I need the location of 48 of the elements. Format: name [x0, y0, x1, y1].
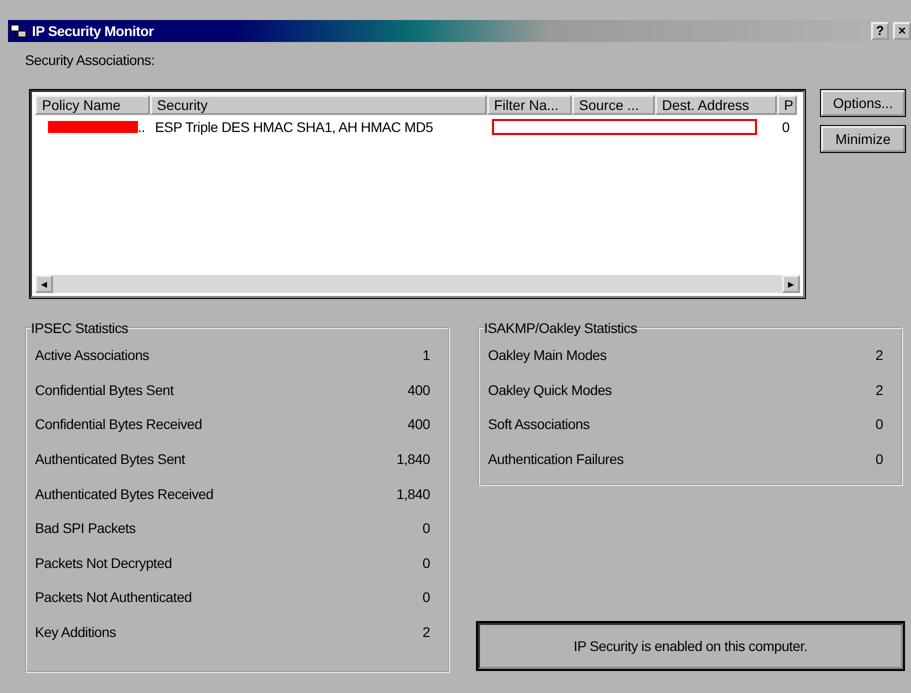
stat-value: 400: [408, 382, 430, 398]
table-cell: ..: [138, 119, 145, 135]
column-header[interactable]: P: [777, 95, 797, 115]
stat-value: 0: [422, 554, 430, 571]
horizontal-scrollbar[interactable]: ◂ ▸: [35, 275, 800, 293]
stat-label: Confidential Bytes Received: [35, 416, 202, 432]
stat-label: Oakley Quick Modes: [488, 382, 612, 398]
section-label: Security Associations:: [25, 52, 156, 68]
stat-value: 400: [408, 416, 430, 432]
close-button[interactable]: ×: [893, 22, 911, 40]
stat-label: Soft Associations: [488, 416, 590, 432]
stat-value: 2: [422, 624, 430, 640]
stat-value: 0: [876, 416, 883, 432]
group-title: IPSEC Statistics: [31, 320, 128, 336]
stat-label: Packets Not Decrypted: [35, 554, 172, 571]
stat-label: Authentication Failures: [488, 450, 624, 467]
column-header[interactable]: Policy Name: [35, 95, 150, 115]
scroll-left-button[interactable]: ◂: [35, 275, 53, 293]
minimize-button[interactable]: Minimize: [821, 126, 905, 152]
network-icon: [10, 23, 28, 39]
stat-value: 1,840: [396, 451, 430, 468]
stat-label: Packets Not Authenticated: [35, 589, 192, 606]
column-header[interactable]: Filter Na...: [487, 95, 572, 115]
options-button[interactable]: Options...: [821, 90, 905, 116]
help-button[interactable]: ?: [871, 22, 889, 40]
scroll-right-button[interactable]: ▸: [782, 275, 800, 293]
column-header[interactable]: Source ...: [572, 95, 655, 115]
stat-value: 0: [876, 450, 883, 467]
column-header[interactable]: Dest. Address: [655, 95, 777, 115]
stat-label: Bad SPI Packets: [35, 520, 136, 536]
table-cell-text: 0: [781, 119, 790, 135]
column-header[interactable]: Security: [150, 95, 487, 115]
stat-label: Authenticated Bytes Sent: [35, 451, 186, 468]
stat-value: 0: [422, 589, 430, 606]
status-message: IP Security is enabled on this computer.: [478, 623, 903, 669]
stat-label: Key Additions: [35, 624, 116, 640]
stat-label: Oakley Main Modes: [488, 347, 607, 364]
stat-value: 1,840: [396, 486, 430, 502]
group-title: ISAKMP/Oakley Statistics: [484, 320, 638, 336]
stat-value: 0: [422, 520, 430, 536]
stat-value: 2: [876, 347, 883, 364]
table-cell-text: ESP Triple DES HMAC SHA1, AH HMAC MD5: [154, 119, 434, 135]
stat-value: 2: [876, 382, 883, 398]
stat-label: Authenticated Bytes Received: [35, 486, 214, 502]
stat-label: Active Associations: [35, 347, 150, 364]
window-title: IP Security Monitor: [32, 23, 154, 39]
stat-value: 1: [422, 347, 430, 364]
stat-label: Confidential Bytes Sent: [35, 382, 174, 398]
